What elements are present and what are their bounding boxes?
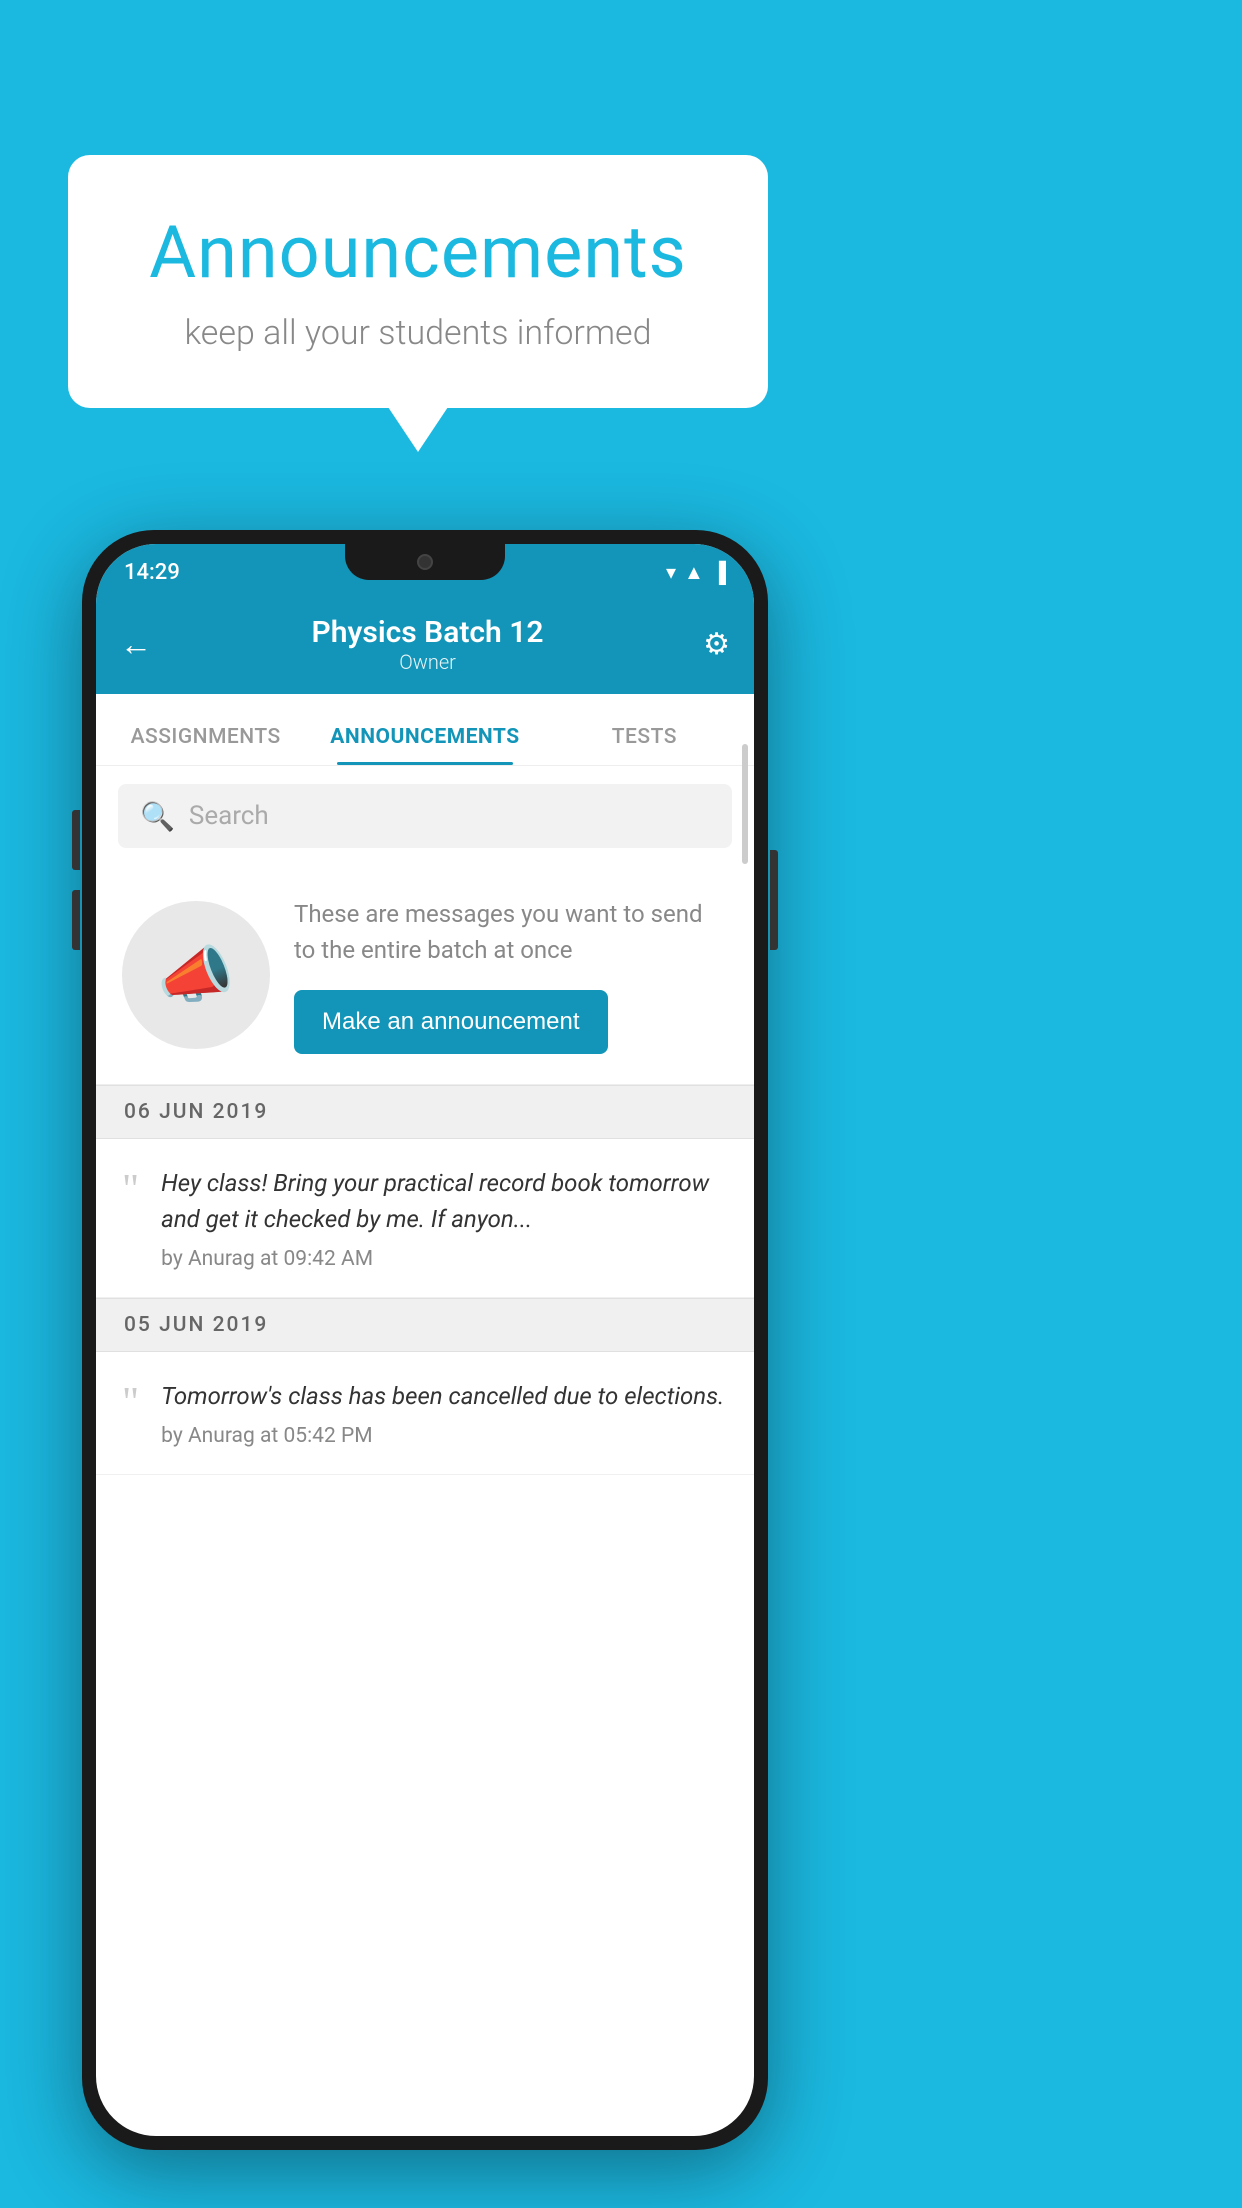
announcement-meta-2: by Anurag at 05:42 PM [161,1424,728,1448]
status-icons: ▾ ▲ ▐ [666,560,726,585]
speech-bubble-container: Announcements keep all your students inf… [68,155,768,408]
notch [345,544,505,580]
promo-content: These are messages you want to send to t… [294,896,728,1054]
header-title: Physics Batch 12 [312,615,544,650]
scroll-indicator[interactable] [742,744,748,864]
announcement-meta-1: by Anurag at 09:42 AM [161,1247,728,1271]
bubble-subtitle: keep all your students informed [128,313,708,353]
promo-description: These are messages you want to send to t… [294,896,728,968]
make-announcement-button[interactable]: Make an announcement [294,990,608,1054]
bubble-title: Announcements [128,210,708,295]
quote-icon-1: " [122,1169,139,1211]
search-bar[interactable]: 🔍 Search [118,784,732,848]
tabs-bar: ASSIGNMENTS ANNOUNCEMENTS TESTS [96,694,754,766]
back-button[interactable]: ← [120,625,152,663]
phone-wrapper: 14:29 ▾ ▲ ▐ ← Physics Batch 12 Owner ⚙ A… [82,530,768,2150]
app-header: ← Physics Batch 12 Owner ⚙ [96,594,754,694]
phone-screen: 14:29 ▾ ▲ ▐ ← Physics Batch 12 Owner ⚙ A… [96,544,754,2136]
quote-icon-2: " [122,1382,139,1424]
megaphone-icon: 📣 [157,939,234,1012]
date-divider-1: 06 JUN 2019 [96,1085,754,1139]
camera-dot [417,554,433,570]
battery-icon: ▐ [712,560,726,585]
announcement-text-1: Hey class! Bring your practical record b… [161,1165,728,1237]
tab-assignments[interactable]: ASSIGNMENTS [96,725,315,765]
announcement-content-1: Hey class! Bring your practical record b… [161,1165,728,1271]
promo-section: 📣 These are messages you want to send to… [96,866,754,1085]
search-placeholder: Search [189,801,269,831]
promo-icon-circle: 📣 [122,901,270,1049]
search-icon: 🔍 [140,800,175,833]
announcement-item-1: " Hey class! Bring your practical record… [96,1139,754,1298]
tab-announcements[interactable]: ANNOUNCEMENTS [315,725,534,765]
header-subtitle: Owner [312,650,544,674]
volume-down-button [72,890,80,950]
signal-icon: ▲ [684,560,704,585]
settings-icon[interactable]: ⚙ [703,627,730,662]
status-time: 14:29 [124,560,180,585]
phone-outer: 14:29 ▾ ▲ ▐ ← Physics Batch 12 Owner ⚙ A… [82,530,768,2150]
volume-up-button [72,810,80,870]
wifi-icon: ▾ [666,560,676,584]
speech-bubble: Announcements keep all your students inf… [68,155,768,408]
announcement-text-2: Tomorrow's class has been cancelled due … [161,1378,728,1414]
date-divider-2: 05 JUN 2019 [96,1298,754,1352]
announcement-item-2: " Tomorrow's class has been cancelled du… [96,1352,754,1475]
header-center: Physics Batch 12 Owner [312,615,544,674]
tab-tests[interactable]: TESTS [535,725,754,765]
announcement-content-2: Tomorrow's class has been cancelled due … [161,1378,728,1448]
power-button [770,850,778,950]
search-container: 🔍 Search [96,766,754,866]
